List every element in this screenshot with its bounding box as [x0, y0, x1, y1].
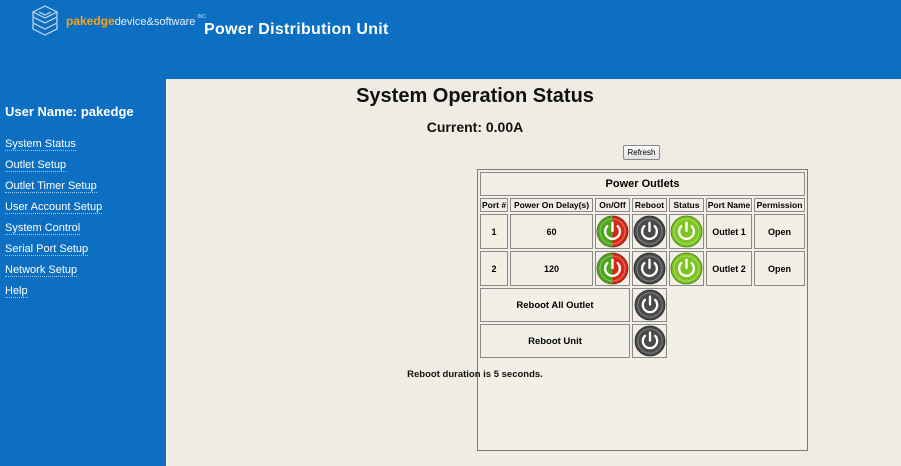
outlet-2-permission: Open: [754, 251, 805, 286]
power-outlets-table: Power Outlets Port # Power On Delay(s) O…: [477, 169, 808, 451]
outlet-1-onoff-button[interactable]: [595, 214, 630, 249]
sidebar-nav: System Status Outlet Setup Outlet Timer …: [5, 137, 103, 305]
sidebar-item-label: Outlet Timer Setup: [5, 180, 97, 193]
outlet-1-permission: Open: [754, 214, 805, 249]
column-header-permission: Permission: [754, 198, 805, 212]
logo-brand-sub: device&software: [114, 16, 196, 28]
header-bar: pakedgedevice&software INC Power Distribu…: [0, 0, 901, 79]
outlet-2-reboot-button[interactable]: [632, 251, 667, 286]
status-on-icon: [670, 252, 703, 285]
reboot-icon: [634, 325, 665, 357]
sidebar-item-network-setup[interactable]: Network Setup: [5, 263, 102, 284]
main-content: System Operation Status Current: 0.00A R…: [166, 79, 901, 466]
reboot-unit-label: Reboot Unit: [480, 324, 630, 358]
sidebar-item-label: User Account Setup: [5, 201, 103, 214]
sidebar-item-label: System Control: [5, 222, 81, 235]
outlet-1-port: 1: [480, 214, 508, 249]
column-header-port: Port #: [480, 198, 508, 212]
sidebar-item-system-control[interactable]: System Control: [5, 221, 102, 242]
column-header-status: Status: [669, 198, 704, 212]
sidebar-item-label: Help: [5, 285, 28, 298]
reboot-duration-note: Reboot duration is 5 seconds.: [407, 369, 543, 380]
sidebar-item-outlet-timer-setup[interactable]: Outlet Timer Setup: [5, 179, 102, 200]
sidebar-item-label: Network Setup: [5, 264, 78, 277]
logo-trademark: INC: [197, 14, 207, 20]
column-header-port-name: Port Name: [706, 198, 752, 212]
reboot-icon: [633, 215, 666, 248]
outlet-1-status-indicator: [669, 214, 704, 249]
reboot-all-outlet-button[interactable]: [632, 288, 667, 322]
app-title: Power Distribution Unit: [204, 21, 389, 38]
outlet-2-onoff-button[interactable]: [595, 251, 630, 286]
table-title: Power Outlets: [480, 172, 805, 196]
refresh-button[interactable]: Refresh: [623, 145, 660, 160]
power-on-off-icon: [596, 215, 629, 248]
current-reading: Current: 0.00A: [426, 119, 524, 135]
sidebar-item-serial-port-setup[interactable]: Serial Port Setup: [5, 242, 102, 263]
reboot-unit-button[interactable]: [632, 324, 667, 358]
outlet-2-status-indicator: [669, 251, 704, 286]
sidebar-item-system-status[interactable]: System Status: [5, 137, 102, 158]
sidebar-item-label: Outlet Setup: [5, 159, 67, 172]
sidebar: User Name: pakedge System Status Outlet …: [0, 79, 166, 466]
logo-cube-icon: [30, 4, 60, 38]
reboot-all-outlet-label: Reboot All Outlet: [480, 288, 630, 322]
sidebar-item-label: System Status: [5, 138, 76, 151]
outlet-2-delay: 120: [510, 251, 593, 286]
sidebar-item-help[interactable]: Help: [5, 284, 102, 305]
status-on-icon: [670, 215, 703, 248]
outlet-2-port: 2: [480, 251, 508, 286]
reboot-icon: [634, 289, 665, 321]
outlet-1-name: Outlet 1: [706, 214, 752, 249]
reboot-icon: [633, 252, 666, 285]
logo-brand: pakedge: [66, 14, 115, 28]
outlet-2-name: Outlet 2: [706, 251, 752, 286]
page-title: System Operation Status: [356, 85, 594, 107]
sidebar-item-outlet-setup[interactable]: Outlet Setup: [5, 158, 102, 179]
column-header-reboot: Reboot: [632, 198, 667, 212]
outlet-1-delay: 60: [510, 214, 593, 249]
power-on-off-icon: [596, 252, 629, 285]
sidebar-item-label: Serial Port Setup: [5, 243, 89, 256]
sidebar-item-user-account-setup[interactable]: User Account Setup: [5, 200, 103, 221]
column-header-onoff: On/Off: [595, 198, 630, 212]
logo-text: pakedgedevice&software INC: [66, 14, 206, 28]
column-header-delay: Power On Delay(s): [510, 198, 593, 212]
outlet-1-reboot-button[interactable]: [632, 214, 667, 249]
